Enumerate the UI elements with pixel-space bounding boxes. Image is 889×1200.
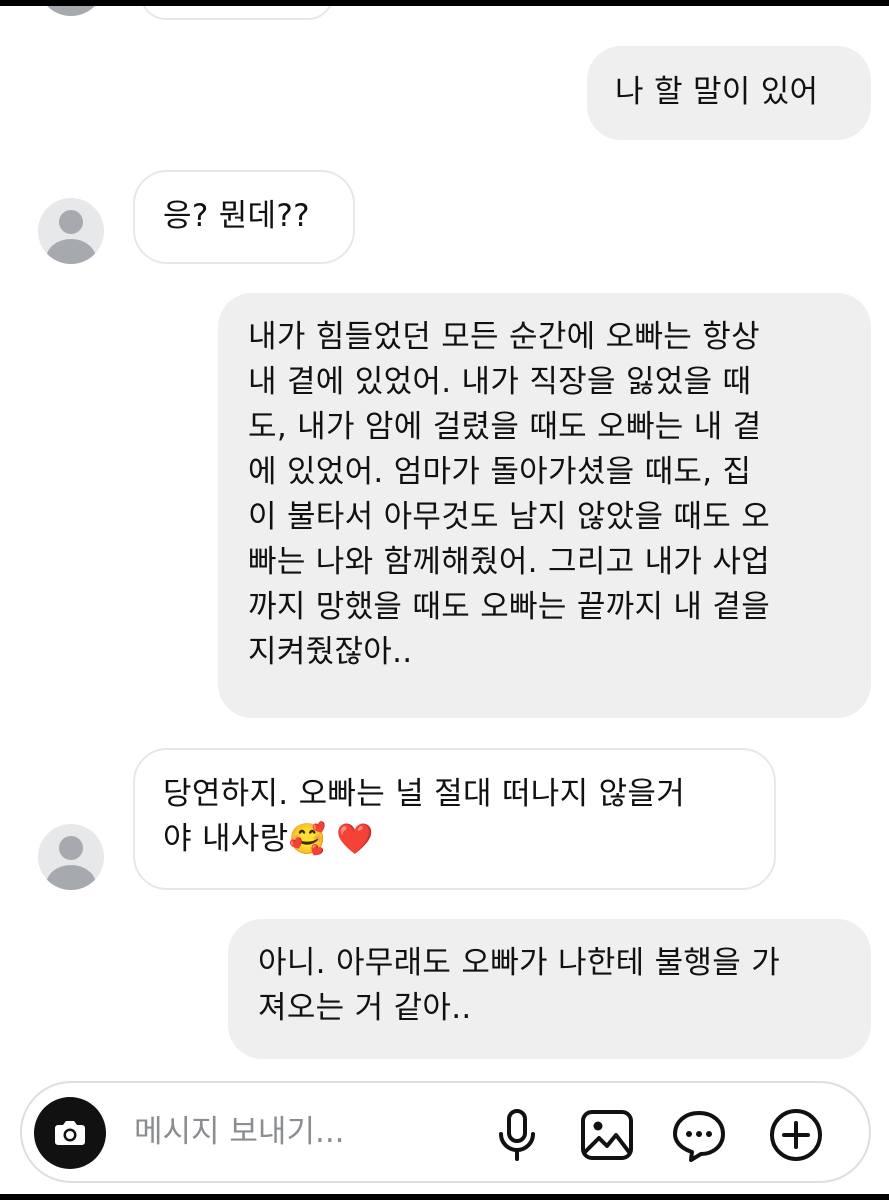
sent-message-bubble[interactable]: 아니. 아무래도 오빠가 나한테 불행을 가 져오는 거 같아.. bbox=[228, 919, 871, 1059]
message-composer: 메시지 보내기... bbox=[20, 1081, 871, 1183]
message-line: 빠는 나와 함께해줬어. 그리고 내가 사업 bbox=[248, 544, 771, 580]
message-line: 야 내사랑🥰 ❤️ bbox=[163, 817, 774, 862]
message-line: 지켜줬잖아.. bbox=[248, 634, 413, 670]
message-line: 당연하지. 오빠는 널 절대 떠나지 않을거 bbox=[163, 776, 686, 812]
message-line: 아니. 아무래도 오빠가 나한테 불행을 가 bbox=[258, 945, 781, 981]
message-text: 야 내사랑 bbox=[163, 821, 289, 857]
plus-circle-icon[interactable] bbox=[767, 1108, 825, 1162]
sticker-chat-icon[interactable] bbox=[670, 1108, 728, 1162]
contact-avatar[interactable] bbox=[38, 824, 104, 890]
contact-avatar[interactable] bbox=[38, 198, 104, 264]
smiling-hearts-emoji: 🥰 bbox=[288, 822, 327, 857]
image-icon[interactable] bbox=[578, 1108, 636, 1162]
microphone-icon[interactable] bbox=[488, 1108, 546, 1162]
message-line: 까지 망했을 때도 오빠는 끝까지 내 곁을 bbox=[248, 589, 771, 625]
message-line: 내가 힘들었던 모든 순간에 오빠는 항상 bbox=[248, 319, 760, 355]
message-line: 이 불타서 아무것도 남지 않았을 때도 오 bbox=[248, 499, 771, 535]
message-line: 져오는 거 같아.. bbox=[258, 990, 472, 1026]
chat-screen: 나 할 말이 있어 응? 뭔데?? 내가 힘들었던 모든 순간에 오빠는 항상 … bbox=[0, 6, 889, 1194]
message-input[interactable]: 메시지 보내기... bbox=[134, 1110, 345, 1155]
red-heart-emoji: ❤️ bbox=[336, 822, 374, 857]
message-text: 나 할 말이 있어 bbox=[615, 74, 819, 110]
sent-message-bubble[interactable]: 내가 힘들었던 모든 순간에 오빠는 항상 내 곁에 있었어. 내가 직장을 잃… bbox=[218, 293, 871, 718]
received-message-bubble[interactable]: 응? 뭔데?? bbox=[133, 170, 355, 264]
sent-message-bubble[interactable]: 나 할 말이 있어 bbox=[587, 46, 871, 140]
camera-button[interactable] bbox=[34, 1097, 106, 1169]
received-message-bubble[interactable]: 당연하지. 오빠는 널 절대 떠나지 않을거 야 내사랑🥰 ❤️ bbox=[133, 748, 776, 890]
camera-icon bbox=[55, 1121, 85, 1145]
previous-message-bubble bbox=[140, 6, 334, 20]
message-line: 내 곁에 있었어. 내가 직장을 잃었을 때 bbox=[248, 364, 752, 400]
contact-avatar[interactable] bbox=[38, 6, 104, 16]
message-text: 응? 뭔데?? bbox=[163, 198, 310, 234]
message-line: 에 있었어. 엄마가 돌아가셨을 때도, 집 bbox=[248, 454, 752, 490]
message-line: 도, 내가 암에 걸렸을 때도 오빠는 내 곁 bbox=[248, 409, 762, 445]
